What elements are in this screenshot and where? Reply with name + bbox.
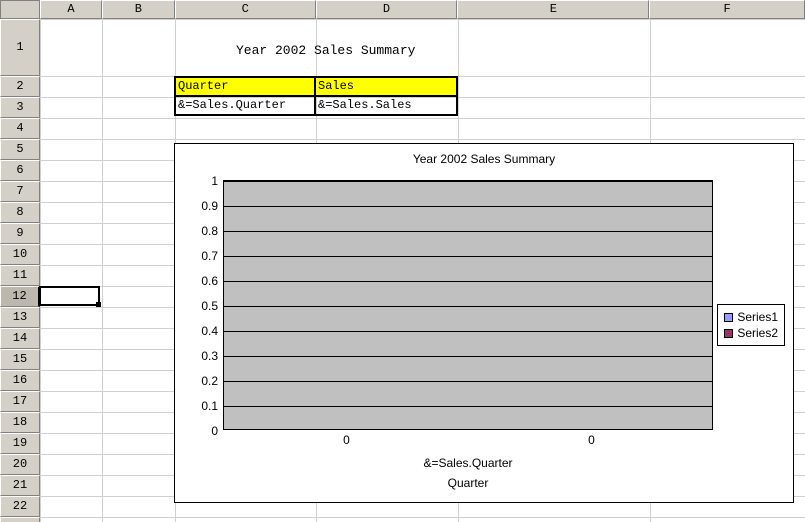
row-header-17[interactable]: 17: [0, 391, 40, 412]
legend-label: Series2: [737, 325, 778, 341]
chart-y-tick: 0.4: [201, 324, 218, 338]
chart-gridline: [224, 406, 712, 407]
spreadsheet: ABCDEF 123456789101112131415161718192021…: [0, 0, 805, 522]
column-headers: ABCDEF: [0, 0, 805, 19]
legend-label: Series1: [737, 309, 778, 325]
cell-grid[interactable]: Year 2002 Sales Summary Quarter Sales &=…: [40, 19, 805, 522]
row-header-8[interactable]: 8: [0, 202, 40, 223]
table-cell-sales[interactable]: &=Sales.Sales: [315, 96, 457, 115]
chart-gridline: [224, 356, 712, 357]
row-header-2[interactable]: 2: [0, 76, 40, 97]
legend-swatch: [724, 313, 733, 322]
chart-gridline: [224, 181, 712, 182]
column-header-E[interactable]: E: [457, 0, 649, 19]
row-header-14[interactable]: 14: [0, 328, 40, 349]
gridline: [40, 139, 805, 140]
chart-x-tick: 0: [343, 433, 350, 447]
row-header-5[interactable]: 5: [0, 139, 40, 160]
chart-gridline: [224, 231, 712, 232]
column-header-C[interactable]: C: [175, 0, 316, 19]
row-header-22[interactable]: 22: [0, 496, 40, 517]
column-header-D[interactable]: D: [316, 0, 458, 19]
chart-x-axis-label-2: Quarter: [223, 476, 713, 490]
chart-x-axis-label-1: &=Sales.Quarter: [223, 456, 713, 470]
select-all-corner[interactable]: [0, 0, 40, 19]
legend-swatch: [724, 329, 733, 338]
chart-legend: Series1Series2: [717, 304, 785, 346]
chart-y-tick: 0.8: [201, 224, 218, 238]
chart-y-tick: 0.3: [201, 349, 218, 363]
row-header-19[interactable]: 19: [0, 433, 40, 454]
legend-item: Series2: [724, 325, 778, 341]
chart-y-tick: 0.6: [201, 274, 218, 288]
gridline: [102, 19, 103, 522]
chart-gridline: [224, 256, 712, 257]
table-header-sales[interactable]: Sales: [315, 77, 457, 96]
chart-y-tick: 1: [211, 174, 218, 188]
row-header-16[interactable]: 16: [0, 370, 40, 391]
row-header-9[interactable]: 9: [0, 223, 40, 244]
data-table: Quarter Sales &=Sales.Quarter &=Sales.Sa…: [174, 76, 458, 116]
row-header-10[interactable]: 10: [0, 244, 40, 265]
chart-y-tick: 0.5: [201, 299, 218, 313]
table-cell-quarter[interactable]: &=Sales.Quarter: [175, 96, 315, 115]
column-header-F[interactable]: F: [649, 0, 805, 19]
row-header-7[interactable]: 7: [0, 181, 40, 202]
chart-y-tick: 0: [211, 424, 218, 438]
chart-gridline: [224, 206, 712, 207]
row-header-3[interactable]: 3: [0, 97, 40, 118]
row-header-11[interactable]: 11: [0, 265, 40, 286]
row-header-12[interactable]: 12: [0, 286, 40, 307]
gridline: [40, 19, 41, 522]
chart-x-tick: 0: [588, 433, 595, 447]
row-headers: 123456789101112131415161718192021222324: [0, 19, 40, 522]
row-header-23[interactable]: 23: [0, 517, 40, 522]
gridline: [40, 118, 805, 119]
chart-y-tick: 0.1: [201, 399, 218, 413]
column-header-A[interactable]: A: [40, 0, 102, 19]
chart-y-tick: 0.7: [201, 249, 218, 263]
active-cell-cursor: [39, 286, 100, 306]
page-title: Year 2002 Sales Summary: [236, 43, 415, 58]
chart-y-tick: 0.2: [201, 374, 218, 388]
row-header-6[interactable]: 6: [0, 160, 40, 181]
chart-gridline: [224, 306, 712, 307]
chart-y-tick: 0.9: [201, 199, 218, 213]
row-header-1[interactable]: 1: [0, 19, 40, 76]
row-header-13[interactable]: 13: [0, 307, 40, 328]
chart-gridline: [224, 331, 712, 332]
row-header-21[interactable]: 21: [0, 475, 40, 496]
embedded-chart[interactable]: Year 2002 Sales Summary 00.10.20.30.40.5…: [174, 143, 794, 503]
row-header-20[interactable]: 20: [0, 454, 40, 475]
legend-item: Series1: [724, 309, 778, 325]
chart-title: Year 2002 Sales Summary: [175, 152, 793, 166]
chart-gridline: [224, 281, 712, 282]
table-header-quarter[interactable]: Quarter: [175, 77, 315, 96]
gridline: [40, 19, 805, 20]
column-header-B[interactable]: B: [102, 0, 175, 19]
row-header-4[interactable]: 4: [0, 118, 40, 139]
row-header-18[interactable]: 18: [0, 412, 40, 433]
gridline: [40, 517, 805, 518]
chart-gridline: [224, 381, 712, 382]
row-header-15[interactable]: 15: [0, 349, 40, 370]
chart-plot-area: 00.10.20.30.40.50.60.70.80.9100: [223, 180, 713, 430]
